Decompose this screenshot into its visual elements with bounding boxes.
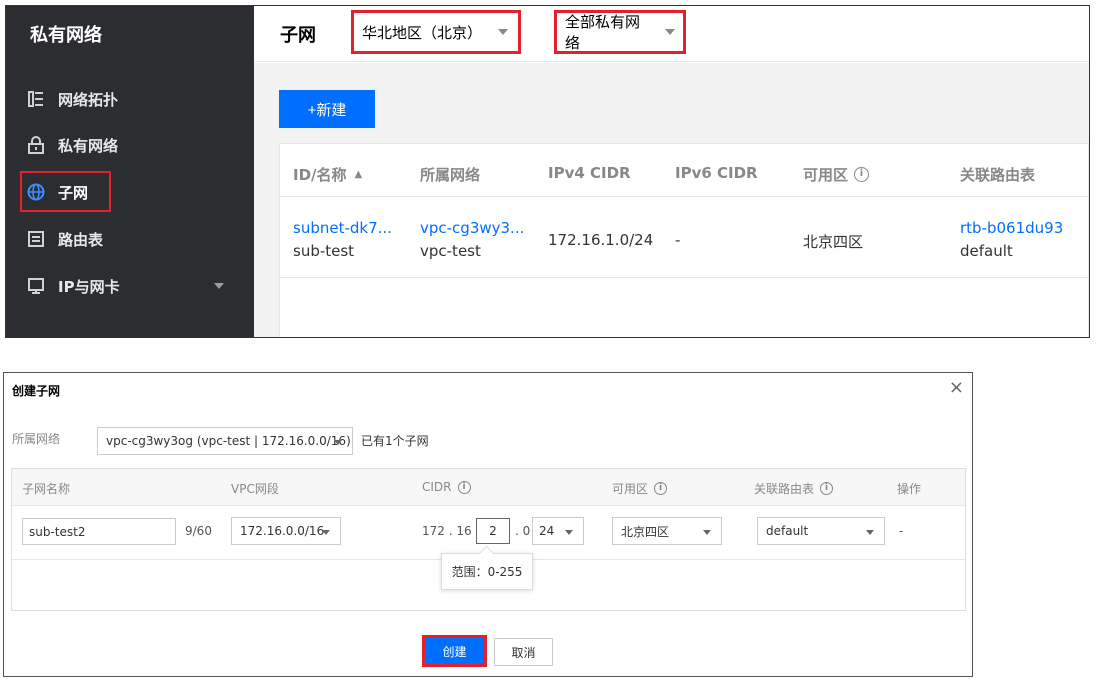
sidebar-item-label: 网络拓扑 — [58, 90, 119, 109]
region-select[interactable]: 华北地区（北京） — [351, 10, 521, 54]
divider — [280, 277, 1088, 278]
subnet-highlight-box — [20, 171, 111, 212]
info-icon[interactable]: i — [820, 482, 834, 495]
chevron-down-icon — [322, 530, 330, 535]
subnet-name-input[interactable] — [22, 518, 176, 545]
chevron-down-icon — [703, 530, 711, 535]
console-screenshot: 私有网络 网络拓扑 私有网络 子网 路由表 IP与网卡 子网 华北地区（北京） … — [5, 5, 1090, 338]
chevron-down-icon — [866, 530, 874, 535]
vpc-label: 所属网络 — [12, 432, 61, 446]
vpc-filter-value: 全部私有网络 — [565, 13, 641, 52]
main-content: 子网 华北地区（北京） 全部私有网络 +新建 ID/名称 ▲ 所属网络 IPv4… — [254, 6, 1089, 337]
column-header-id-name[interactable]: ID/名称 ▲ — [293, 164, 362, 185]
zone-select-value: 北京四区 — [621, 524, 670, 539]
column-header-ipv6: IPv6 CIDR — [675, 164, 758, 182]
chevron-down-icon — [214, 283, 224, 289]
close-icon[interactable]: × — [949, 379, 964, 397]
chevron-down-icon — [334, 440, 342, 445]
vpc-cidr-select[interactable]: 172.16.0.0/16 — [231, 517, 341, 545]
network-card-icon — [26, 276, 46, 296]
chevron-down-icon — [665, 29, 675, 35]
info-icon[interactable]: i — [654, 482, 668, 495]
subnet-table: ID/名称 ▲ 所属网络 IPv4 CIDR IPv6 CIDR 可用区 i 关… — [279, 143, 1089, 337]
lock-icon — [26, 135, 46, 155]
range-tooltip: 范围：0-255 — [441, 553, 533, 590]
subnet-count-text: 已有1个子网 — [361, 434, 429, 448]
page-title: 子网 — [280, 25, 316, 46]
header: 子网 华北地区（北京） 全部私有网络 — [254, 6, 1089, 62]
subnet-name: sub-test — [293, 242, 355, 260]
vpc-select[interactable]: vpc-cg3wy3og (vpc-test | 172.16.0.0/16) — [97, 427, 353, 455]
sidebar-item-vpc[interactable]: 私有网络 — [26, 128, 246, 162]
sidebar-item-label: 路由表 — [58, 230, 104, 249]
column-header-ipv4: IPv4 CIDR — [548, 164, 631, 182]
column-header-subnet-name: 子网名称 — [22, 482, 71, 496]
create-subnet-dialog: 创建子网 × 所属网络 vpc-cg3wy3og (vpc-test | 172… — [3, 372, 973, 677]
cidr-mask-value: 24 — [539, 524, 555, 538]
column-header-route-table: 关联路由表 i — [754, 480, 834, 497]
column-header-cidr: CIDR i — [422, 480, 471, 494]
zone: 北京四区 — [803, 233, 864, 251]
ipv6-cidr: - — [675, 231, 681, 249]
vpc-select-value: vpc-cg3wy3og (vpc-test | 172.16.0.0/16) — [106, 434, 351, 448]
sidebar-item-ip-nic[interactable]: IP与网卡 — [26, 269, 246, 303]
char-count: 9/60 — [185, 524, 212, 538]
sidebar-item-route-table[interactable]: 路由表 — [26, 222, 246, 256]
zone-select[interactable]: 北京四区 — [612, 517, 722, 545]
cidr-third-octet-input[interactable] — [476, 518, 510, 544]
column-header-operation: 操作 — [897, 482, 922, 496]
column-header-route-table: 关联路由表 — [960, 166, 1036, 184]
cancel-button[interactable]: 取消 — [494, 638, 553, 666]
route-table-select[interactable]: default — [757, 517, 885, 545]
vpc-filter-select[interactable]: 全部私有网络 — [554, 10, 686, 54]
ipv4-cidr: 172.16.1.0/24 — [548, 231, 654, 249]
form-table-header: 子网名称 VPC网段 CIDR i 可用区 i 关联路由表 i 操作 — [12, 469, 965, 506]
sidebar-title: 私有网络 — [30, 25, 102, 46]
column-header-zone: 可用区 i — [612, 480, 668, 497]
sidebar-item-label: IP与网卡 — [58, 277, 120, 296]
column-header-zone: 可用区 i — [803, 164, 870, 185]
route-table-select-value: default — [766, 524, 809, 538]
route-table-icon — [26, 229, 46, 249]
chevron-down-icon — [565, 530, 573, 535]
vpc-id-link[interactable]: vpc-cg3wy3... — [420, 219, 524, 237]
column-header-vpc-cidr: VPC网段 — [231, 482, 279, 496]
cidr-mask-select[interactable]: 24 — [532, 517, 584, 545]
sidebar-item-topology[interactable]: 网络拓扑 — [26, 82, 246, 116]
new-subnet-button[interactable]: +新建 — [279, 90, 375, 128]
vpc-name: vpc-test — [420, 242, 481, 260]
info-icon[interactable]: i — [854, 167, 870, 182]
sidebar-item-label: 私有网络 — [58, 136, 119, 155]
sidebar: 私有网络 网络拓扑 私有网络 子网 路由表 IP与网卡 — [6, 6, 254, 337]
vpc-cidr-value: 172.16.0.0/16 — [240, 524, 325, 538]
operation-cell: - — [899, 524, 904, 538]
route-table-link[interactable]: rtb-b061du93 — [960, 219, 1063, 237]
cidr-prefix: 172 . 16 . — [422, 524, 480, 538]
column-header-vpc: 所属网络 — [420, 166, 481, 184]
sort-icon[interactable]: ▲ — [355, 169, 363, 180]
region-select-value: 华北地区（北京） — [362, 23, 483, 42]
create-button[interactable]: 创建 — [422, 635, 487, 667]
topology-icon — [26, 89, 46, 109]
info-icon[interactable]: i — [457, 480, 471, 494]
subnet-id-link[interactable]: subnet-dk7... — [293, 219, 392, 237]
divider — [280, 196, 1088, 197]
chevron-down-icon — [498, 29, 509, 35]
dialog-title: 创建子网 — [12, 384, 61, 398]
route-table-name: default — [960, 242, 1013, 260]
